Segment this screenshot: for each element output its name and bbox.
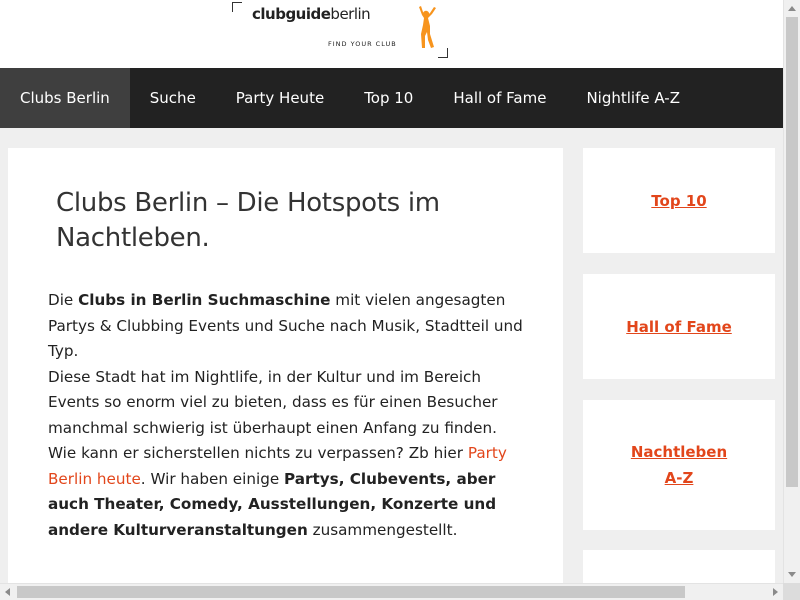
sidebar-link-hall-of-fame[interactable]: Hall of Fame (583, 314, 775, 340)
logo-corner-bottom-right (438, 48, 448, 58)
horizontal-scroll-thumb[interactable] (17, 586, 685, 598)
sidebar-widget-nachtleben-a-z: Nachtleben A-Z (583, 400, 775, 530)
sidebar-link-top-10[interactable]: Top 10 (583, 188, 775, 214)
sidebar-widget-next (583, 550, 775, 583)
site-header: clubguideberlin FIND YOUR CLUB (0, 0, 783, 68)
nav-item-suche[interactable]: Suche (130, 68, 216, 128)
dancer-icon (419, 6, 436, 48)
logo-tagline: FIND YOUR CLUB (328, 40, 397, 48)
sidebar-widget-top-10: Top 10 (583, 148, 775, 253)
nav-item-nightlife-a-z[interactable]: Nightlife A-Z (566, 68, 700, 128)
sidebar-link-nachtleben[interactable]: Nachtleben (583, 439, 775, 465)
intro-text-segment: zusammengestellt. (307, 520, 458, 539)
nav-item-hall-of-fame[interactable]: Hall of Fame (433, 68, 566, 128)
scroll-right-arrow-icon[interactable] (773, 588, 778, 596)
intro-text-segment: . Wir haben einige (140, 469, 285, 488)
scroll-left-arrow-icon[interactable] (5, 588, 10, 596)
scroll-down-arrow-icon[interactable] (788, 572, 796, 577)
scrollbar-corner (783, 583, 800, 600)
scroll-up-arrow-icon[interactable] (788, 6, 796, 11)
vertical-scrollbar[interactable] (783, 0, 800, 583)
logo-corner-top-left (232, 2, 242, 12)
vertical-scroll-thumb[interactable] (786, 17, 798, 487)
main-content: Clubs Berlin – Die Hotspots im Nachtlebe… (8, 148, 563, 588)
nav-item-top-10[interactable]: Top 10 (344, 68, 433, 128)
nav-item-party-heute[interactable]: Party Heute (216, 68, 344, 128)
intro-text: Die Clubs in Berlin Suchmaschine mit vie… (48, 288, 528, 543)
horizontal-scrollbar[interactable] (0, 583, 783, 600)
intro-text-segment: Diese Stadt hat im Nightlife, in der Kul… (48, 367, 498, 463)
logo-wordmark: clubguideberlin (252, 5, 371, 23)
nav-item-clubs-berlin[interactable]: Clubs Berlin (0, 68, 130, 128)
intro-bold-clubs-search: Clubs in Berlin Suchmaschine (78, 291, 331, 309)
site-logo[interactable]: clubguideberlin FIND YOUR CLUB (230, 0, 450, 60)
page-title: Clubs Berlin – Die Hotspots im Nachtlebe… (56, 188, 440, 253)
intro-text-segment: Die (48, 291, 79, 309)
sidebar-widget-hall-of-fame: Hall of Fame (583, 274, 775, 379)
sidebar-link-a-z[interactable]: A-Z (583, 465, 775, 491)
main-nav: Clubs Berlin Suche Party Heute Top 10 Ha… (0, 68, 783, 128)
